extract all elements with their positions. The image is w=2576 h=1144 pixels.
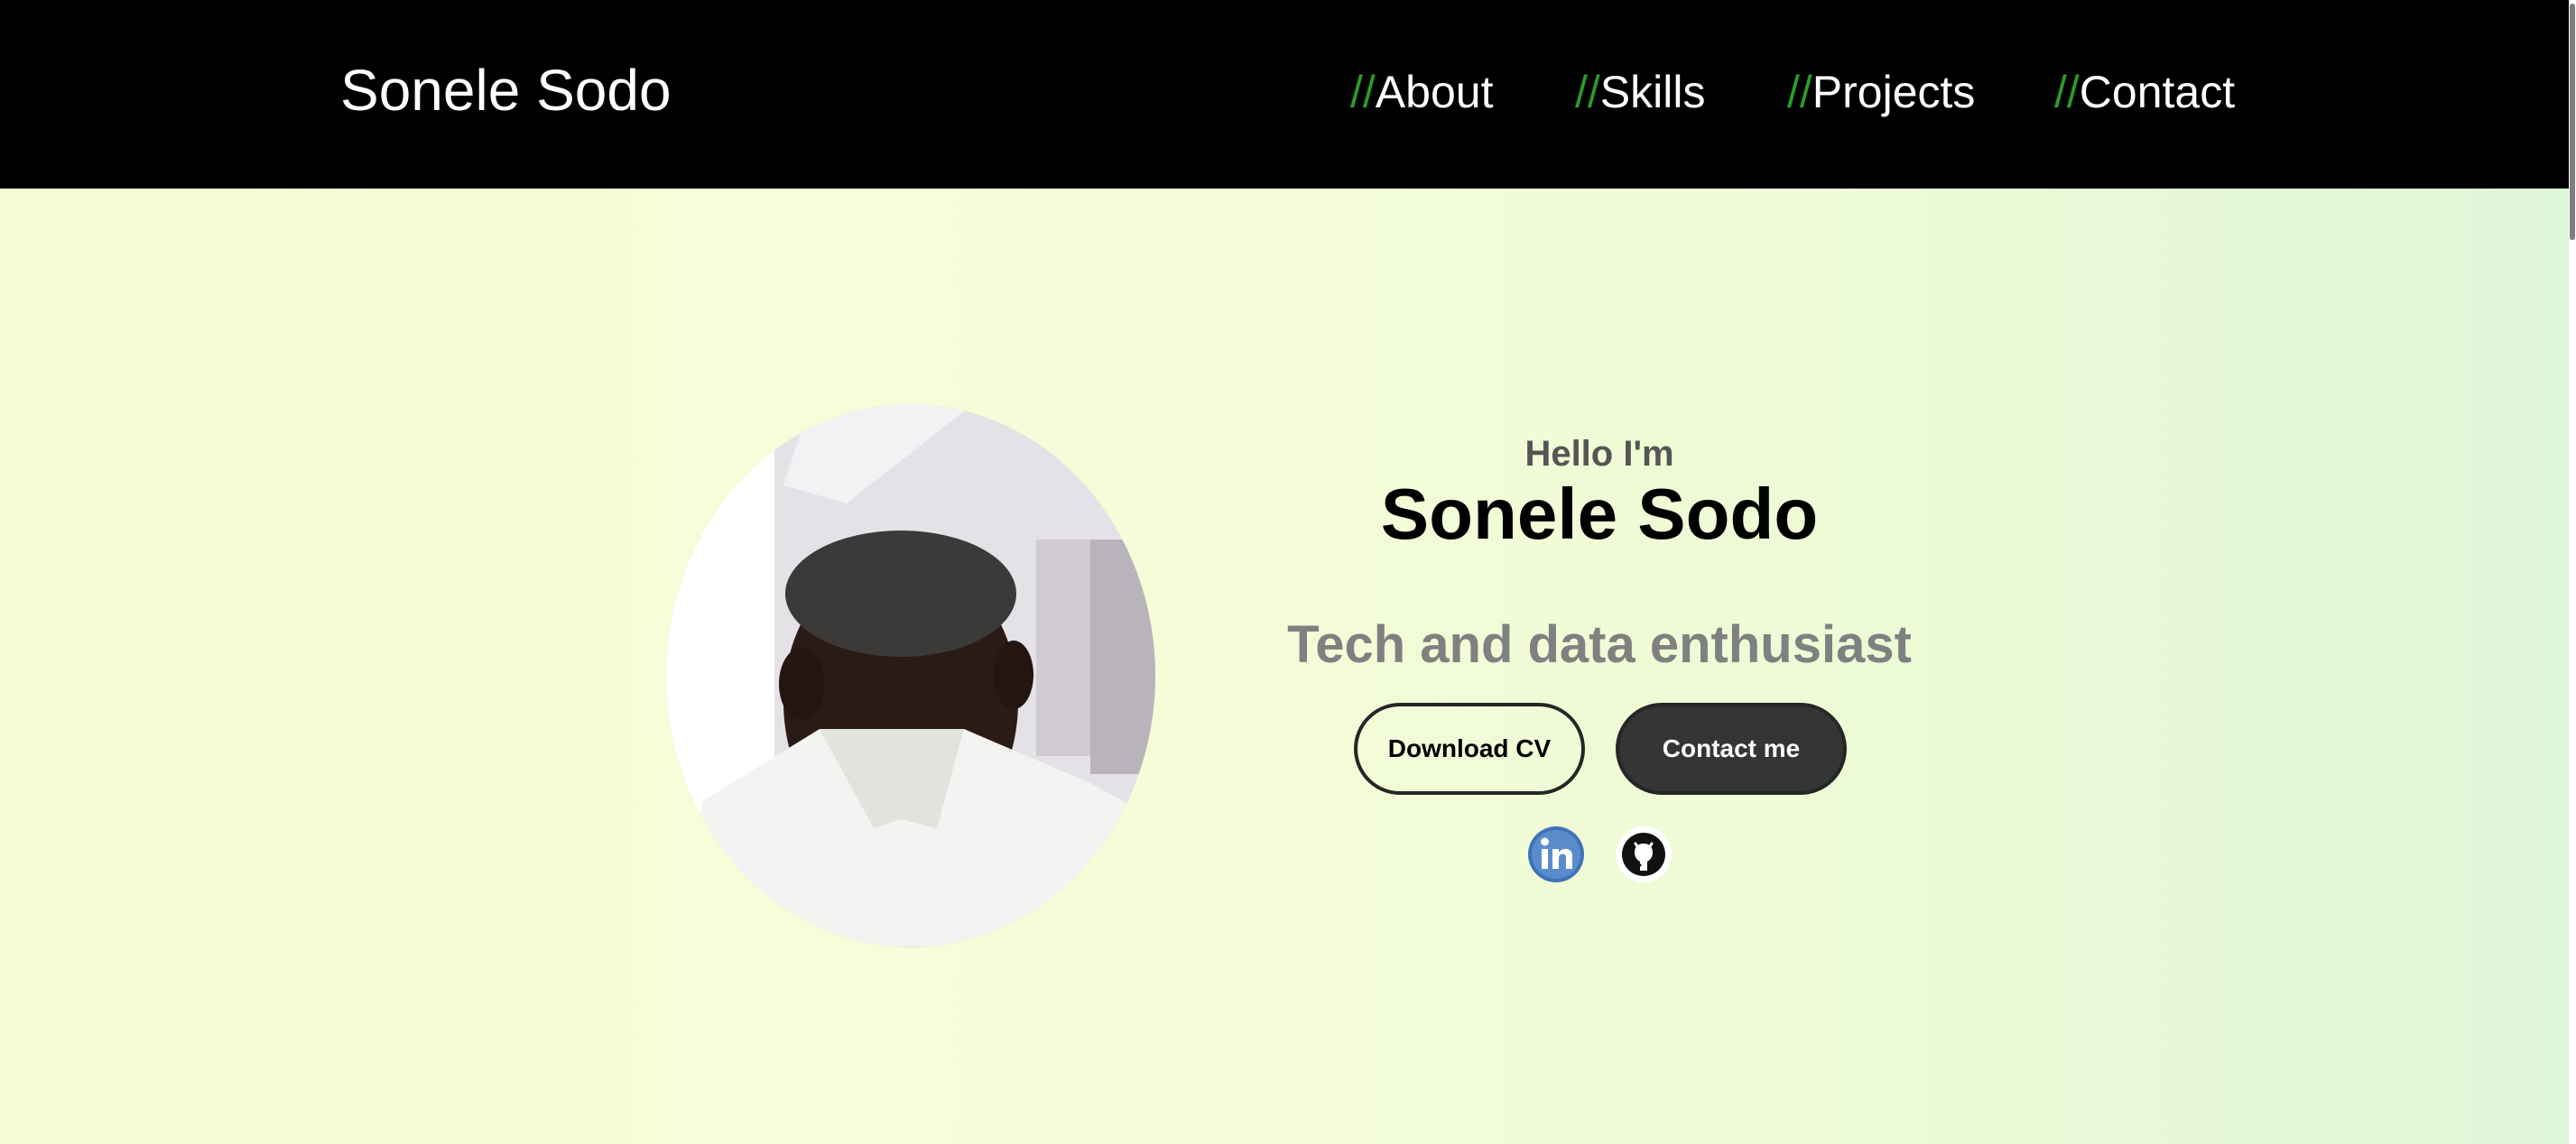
nav-contact-label: Contact (2079, 67, 2236, 117)
linkedin-icon[interactable] (1527, 826, 1585, 883)
profile-photo-image (666, 404, 1155, 947)
nav-about[interactable]: //About (1350, 63, 1493, 121)
brand-logo[interactable]: Sonele Sodo (340, 56, 672, 125)
nav-contact[interactable]: //Contact (2054, 63, 2235, 121)
nav-about-prefix: // (1350, 67, 1376, 117)
nav-projects-prefix: // (1787, 67, 1812, 117)
hero-greeting: Hello I'm (1524, 434, 1674, 474)
scrollbar[interactable] (2569, 0, 2576, 1144)
hero-tagline: Tech and data enthusiast (1287, 615, 1912, 674)
nav-skills-label: Skills (1599, 67, 1706, 117)
github-icon[interactable] (1615, 826, 1673, 883)
hero-name: Sonele Sodo (1380, 474, 1819, 554)
nav-projects-label: Projects (1812, 67, 1976, 117)
scrollbar-thumb[interactable] (2570, 4, 2575, 240)
nav-skills-prefix: // (1575, 67, 1600, 117)
download-cv-button[interactable]: Download CV (1354, 703, 1585, 795)
nav-contact-prefix: // (2054, 67, 2080, 117)
contact-me-button[interactable]: Contact me (1616, 703, 1847, 795)
nav-skills[interactable]: //Skills (1575, 63, 1705, 121)
profile-photo (666, 404, 1155, 947)
nav-about-label: About (1375, 67, 1494, 117)
header: Sonele Sodo //About //Skills //Projects … (0, 0, 2569, 189)
nav-projects[interactable]: //Projects (1787, 63, 1975, 121)
